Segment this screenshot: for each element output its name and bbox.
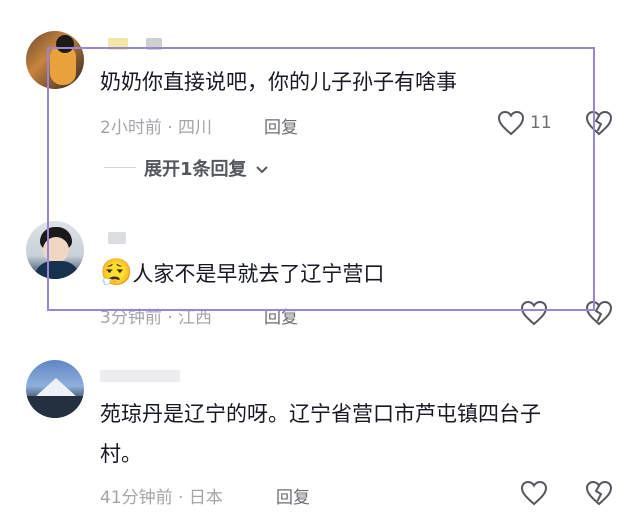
comment-meta: 2小时前 · 四川	[100, 118, 213, 138]
avatar-body	[34, 261, 80, 279]
expand-divider	[104, 167, 136, 168]
expand-replies-button[interactable]: 展开1条回复	[144, 155, 269, 181]
avatar[interactable]	[26, 360, 84, 418]
comment-meta: 41分钟前 · 日本	[100, 488, 223, 508]
username-blurred-2	[146, 38, 162, 50]
comment-text: 😮‍💨人家不是早就去了辽宁营口	[100, 258, 385, 288]
reply-button[interactable]: 回复	[264, 303, 298, 328]
like-count: 11	[530, 113, 552, 133]
avatar-mountain	[34, 378, 78, 398]
emoji: 😮‍💨	[100, 258, 133, 288]
reply-button[interactable]: 回复	[264, 113, 298, 138]
username-blurred[interactable]	[100, 370, 180, 382]
broken-heart-icon[interactable]	[585, 300, 613, 326]
heart-icon[interactable]	[520, 480, 548, 506]
avatar-ground	[26, 396, 84, 418]
heart-icon[interactable]	[497, 110, 525, 136]
heart-icon[interactable]	[520, 300, 548, 326]
chevron-down-icon	[256, 166, 268, 174]
broken-heart-icon[interactable]	[585, 480, 613, 506]
comment-text-line-2: 村。	[100, 442, 142, 466]
username-blurred[interactable]	[108, 38, 128, 50]
expand-replies-label: 展开1条回复	[144, 159, 247, 180]
avatar[interactable]	[26, 221, 84, 279]
broken-heart-icon[interactable]	[585, 110, 613, 136]
reply-button[interactable]: 回复	[276, 483, 310, 508]
comment-text-line-1: 苑琼丹是辽宁的呀。辽宁省营口市芦屯镇四台子	[100, 402, 541, 426]
avatar-head	[56, 35, 74, 53]
comment-meta: 3分钟前 · 江西	[100, 308, 213, 328]
comment-text: 奶奶你直接说吧，你的儿子孙子有啥事	[100, 70, 457, 94]
username-blurred[interactable]	[108, 232, 126, 244]
avatar-face	[43, 237, 69, 263]
avatar[interactable]	[26, 31, 84, 89]
